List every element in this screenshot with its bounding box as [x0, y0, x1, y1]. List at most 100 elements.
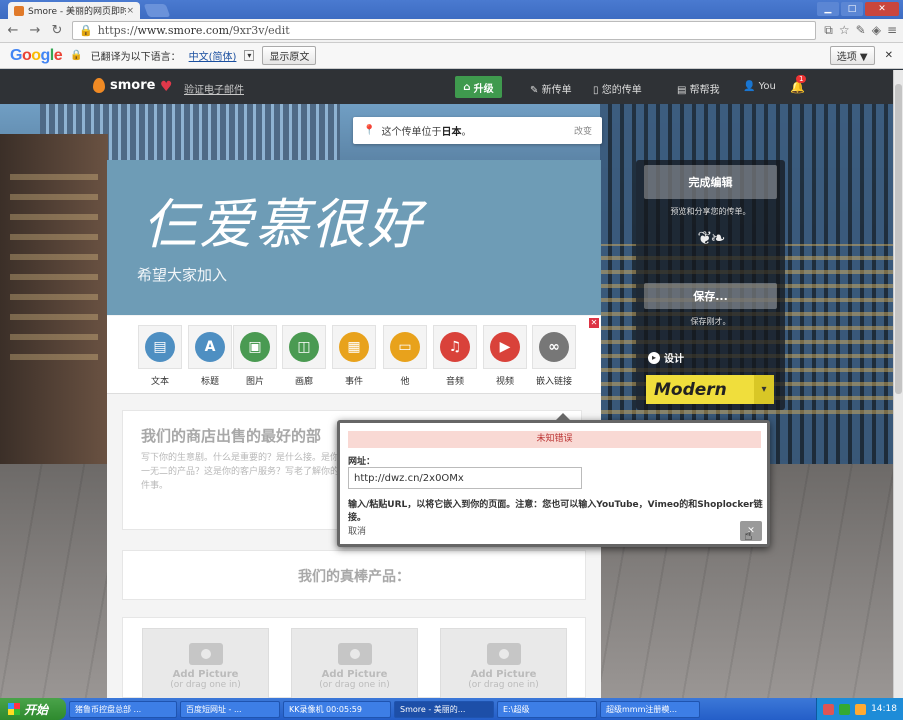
- taskbar-item[interactable]: 超级mmm注册模...: [600, 700, 700, 718]
- translate-close-icon[interactable]: ✕: [885, 50, 893, 61]
- text-icon: ▤: [145, 332, 175, 362]
- translate-icon[interactable]: ⧉: [824, 23, 833, 38]
- theme-dropdown-icon[interactable]: ▾: [754, 375, 774, 404]
- save-button[interactable]: 保存...: [644, 283, 777, 309]
- notification-badge: 1: [796, 75, 807, 83]
- theme-select[interactable]: Modern ▾: [646, 375, 774, 404]
- heart-icon[interactable]: ♥: [160, 79, 173, 95]
- add-picture-slot[interactable]: Add Picture (or drag one in): [142, 628, 269, 699]
- taskbar-item-active[interactable]: Smore - 美丽的...: [394, 700, 494, 718]
- block-label: 视频: [495, 377, 514, 387]
- page-scrollbar[interactable]: [893, 70, 903, 698]
- smore-logo[interactable]: smore: [93, 78, 155, 93]
- translate-options-button[interactable]: 选项 ▼: [829, 46, 875, 65]
- new-flyer-link[interactable]: ✎ 新传单: [530, 81, 572, 96]
- block-label: 画廊: [294, 377, 313, 387]
- translated-to-label: 已翻译为以下语言：: [90, 52, 181, 63]
- browser-tab[interactable]: Smore - 美丽的网页即时 ×: [8, 2, 140, 19]
- products-section[interactable]: 我们的真棒产品：: [122, 550, 586, 600]
- bookmark-star-icon[interactable]: ☆: [839, 23, 850, 38]
- embed-url-input[interactable]: [348, 467, 582, 489]
- upgrade-button[interactable]: ⌂ 升级: [455, 76, 502, 98]
- cancel-link[interactable]: 取消: [348, 524, 366, 537]
- my-flyers-link[interactable]: ▯ 您的传单: [593, 81, 642, 96]
- translate-extension-icon[interactable]: ◈: [872, 23, 881, 38]
- start-button[interactable]: 开始: [0, 698, 66, 720]
- user-menu[interactable]: 👤 You: [743, 81, 776, 92]
- store-section-heading[interactable]: 我们的商店出售的最好的部: [141, 425, 321, 446]
- block-picture-button[interactable]: ▣ 图片: [233, 325, 277, 387]
- block-other-button[interactable]: ▭ 他: [383, 325, 427, 387]
- maximize-button[interactable]: □: [841, 2, 863, 16]
- back-icon[interactable]: ←: [6, 23, 20, 38]
- event-icon: ▦: [339, 332, 369, 362]
- clock: 14:18: [871, 704, 897, 714]
- location-pin-icon: 📍: [363, 125, 376, 136]
- camera-icon: [486, 643, 521, 665]
- block-gallery-button[interactable]: ◫ 画廊: [282, 325, 326, 387]
- tab-close-icon[interactable]: ×: [126, 6, 134, 16]
- block-video-button[interactable]: ▶ 视频: [483, 325, 527, 387]
- picture-gallery: Add Picture (or drag one in) Add Picture…: [122, 617, 586, 699]
- windows-taskbar: 开始 猪鲁币控盘总部 ... 百度短网址 - ... KK录像机 00:05:5…: [0, 698, 903, 720]
- taskbar-item[interactable]: KK录像机 00:05:59: [283, 700, 391, 718]
- help-link[interactable]: ▤ 帮帮我: [677, 81, 720, 96]
- drag-hint: (or drag one in): [468, 680, 539, 690]
- flyer-title[interactable]: 仨爱慕很好: [143, 180, 423, 259]
- close-window-button[interactable]: ✕: [865, 2, 899, 16]
- smore-header: smore ♥ 验证电子邮件 ⌂ 升级 ✎ 新传单 ▯ 您的传单 ▤ 帮帮我 👤…: [0, 70, 893, 104]
- block-embed-link-button[interactable]: ∞ 嵌入链接: [532, 325, 576, 387]
- upgrade-label: 升级: [473, 83, 494, 95]
- tab-title: Smore - 美丽的网页即时: [28, 7, 127, 17]
- video-icon: ▶: [490, 332, 520, 362]
- translate-lock-icon: 🔒: [70, 50, 83, 61]
- tray-app-icon[interactable]: [855, 703, 867, 715]
- language-select[interactable]: 中文(简体): [189, 48, 237, 63]
- reload-icon[interactable]: ↻: [50, 23, 64, 38]
- change-location-link[interactable]: 改变: [574, 124, 592, 137]
- notifications-bell-icon[interactable]: 🔔 1: [790, 75, 807, 94]
- add-picture-slot[interactable]: Add Picture (or drag one in): [440, 628, 567, 699]
- minimize-button[interactable]: ▁: [817, 2, 839, 16]
- extension-icon[interactable]: ✎: [856, 23, 866, 38]
- taskbar-item[interactable]: 百度短网址 - ...: [180, 700, 280, 718]
- design-icon: ▸: [648, 351, 660, 364]
- language-dropdown-icon[interactable]: ▾: [244, 50, 255, 61]
- block-label: 事件: [344, 377, 363, 387]
- menu-icon[interactable]: ≡: [887, 23, 897, 38]
- block-audio-button[interactable]: ♫ 音频: [433, 325, 477, 387]
- add-picture-slot[interactable]: Add Picture (or drag one in): [291, 628, 418, 699]
- address-bar[interactable]: 🔒 https://www.smore.com/9xr3v/edit: [72, 21, 817, 40]
- error-message: 未知错误: [348, 431, 761, 448]
- block-picker: ✕ ▤ 文本 A 标题 ▣ 图片 ◫ 画廊 ▦ 事件 ▭ 他 ♫ 音频 ▶ 视频 ∞ 嵌入链接: [107, 316, 601, 394]
- embed-link-icon: ∞: [539, 332, 569, 362]
- block-label: 图片: [245, 377, 264, 387]
- url-label: 网址：: [348, 457, 376, 467]
- flyer-header[interactable]: 仨爱慕很好 希望大家加入: [107, 160, 601, 315]
- taskbar-item[interactable]: E:\超级: [497, 700, 597, 718]
- forward-icon[interactable]: →: [28, 23, 42, 38]
- scrollbar-thumb[interactable]: [895, 84, 902, 394]
- heading-icon: A: [195, 332, 225, 362]
- show-original-button[interactable]: 显示原文: [262, 46, 317, 65]
- flyer-icon: ▯: [593, 85, 599, 96]
- products-heading[interactable]: 我们的真棒产品：: [123, 566, 585, 586]
- finish-editing-button[interactable]: 完成编辑: [644, 165, 777, 199]
- translate-bar: Google 🔒 已翻译为以下语言： 中文(简体) ▾ 显示原文 选项 ▼ ✕: [0, 43, 903, 69]
- flyer-subtitle[interactable]: 希望大家加入: [137, 264, 227, 285]
- store-section-body[interactable]: 写下你的生意剧。什么是重要的？是什么接。是你独一无二的产品？这是你的客户服务？写…: [141, 451, 351, 493]
- block-text-button[interactable]: ▤ 文本: [138, 325, 182, 387]
- close-block-picker-icon[interactable]: ✕: [589, 318, 599, 328]
- editor-side-panel: 完成编辑 预览和分享您的传单。 ❦❧ 保存... 保存刚才。 ▸ 设计: [636, 160, 785, 410]
- picture-icon: ▣: [240, 332, 270, 362]
- block-event-button[interactable]: ▦ 事件: [332, 325, 376, 387]
- taskbar-item[interactable]: 猪鲁币控盘总部 ...: [69, 700, 177, 718]
- flourish-ornament-icon: ❦❧: [697, 228, 725, 249]
- verify-email-link[interactable]: 验证电子邮件: [184, 81, 244, 96]
- location-tip: 📍 这个传单位于日本。 改变: [353, 117, 602, 144]
- block-heading-button[interactable]: A 标题: [188, 325, 232, 387]
- tray-antivirus-icon[interactable]: [823, 703, 835, 715]
- tray-network-icon[interactable]: [839, 703, 851, 715]
- url-host: www.smore.com: [137, 24, 230, 37]
- new-tab-button[interactable]: [143, 4, 171, 17]
